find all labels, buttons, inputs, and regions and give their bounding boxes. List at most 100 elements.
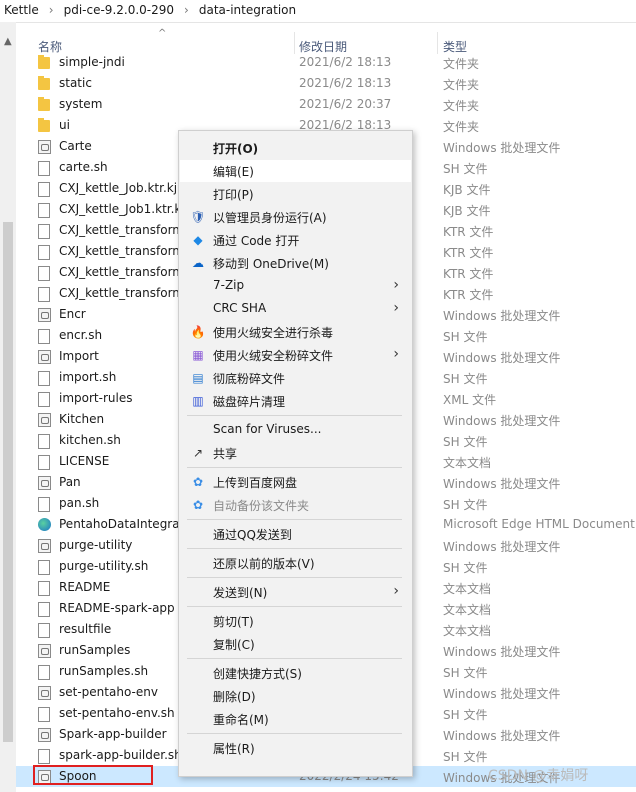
vscode-icon: ◆ — [193, 233, 203, 247]
breadcrumb-item[interactable]: pdi-ce-9.2.0.0-290 — [60, 0, 178, 20]
menu-item-label: 上传到百度网盘 — [213, 476, 298, 490]
share-icon: ↗ — [192, 446, 204, 460]
breadcrumb-item[interactable]: data-integration — [195, 0, 300, 20]
file-icon — [38, 497, 50, 512]
menu-item[interactable]: ◆ 通过 Code 打开 — [180, 229, 411, 251]
file-name: system — [59, 97, 103, 111]
file-name: Carte — [59, 139, 92, 153]
chevron-right-icon: › — [393, 300, 399, 316]
file-row[interactable]: system 2021/6/2 20:37 文件夹 — [16, 94, 636, 115]
menu-item-label: 共享 — [213, 447, 238, 461]
menu-item[interactable]: 重命名(M) — [180, 708, 411, 730]
menu-item[interactable]: 属性(R) — [180, 737, 411, 759]
file-name: CXJ_kettle_transform — [59, 286, 179, 300]
onedrive-icon: ☁ — [192, 256, 204, 270]
menu-item-label: 删除(D) — [213, 690, 256, 704]
menu-item[interactable]: 复制(C) — [180, 633, 411, 655]
breadcrumb: Kettle › pdi-ce-9.2.0.0-290 › data-integrati… — [0, 0, 636, 23]
menu-item[interactable]: 7-Zip › — [180, 275, 411, 297]
batch-file-icon — [38, 539, 51, 553]
menu-item[interactable]: ▤ 彻底粉碎文件 — [180, 367, 411, 389]
menu-item-label: 使用火绒安全进行杀毒 — [213, 326, 334, 340]
menu-item-label: 使用火绒安全粉碎文件 — [213, 349, 334, 363]
menu-item[interactable]: 还原以前的版本(V) — [180, 552, 411, 574]
menu-separator — [187, 733, 402, 734]
file-name: CXJ_kettle_Job.ktr.kjb — [59, 181, 179, 195]
batch-file-icon — [38, 140, 51, 154]
file-type: SH 文件 — [443, 162, 488, 176]
file-name: spark-app-builder.sh — [59, 748, 179, 762]
scroll-up-icon[interactable]: ▲ — [4, 36, 12, 47]
file-type: 文本文档 — [443, 456, 492, 470]
watermark: CSDN @幸娟呀 — [488, 768, 589, 784]
file-name: Pan — [59, 475, 81, 489]
vertical-scrollbar[interactable]: ▲ — [0, 22, 16, 792]
column-divider[interactable] — [437, 32, 438, 54]
huorong-icon: 🔥 — [190, 325, 206, 339]
file-type: SH 文件 — [443, 561, 488, 575]
menu-item[interactable]: ✿ 自动备份该文件夹 — [180, 494, 411, 516]
file-type: SH 文件 — [443, 435, 488, 449]
menu-item[interactable]: 通过QQ发送到 — [180, 523, 411, 545]
file-row[interactable]: simple-jndi 2021/6/2 18:13 文件夹 — [16, 52, 636, 73]
file-type: Windows 批处理文件 — [443, 687, 561, 701]
file-type: Windows 批处理文件 — [443, 540, 561, 554]
file-name: kitchen.sh — [59, 433, 121, 447]
sort-ascending-icon: ^ — [158, 28, 167, 39]
file-icon — [38, 266, 50, 281]
menu-item[interactable]: ▦ 使用火绒安全粉碎文件 › — [180, 344, 411, 366]
baidu-cloud-icon: ✿ — [192, 475, 204, 489]
file-icon — [38, 560, 50, 575]
chevron-right-icon: › — [393, 346, 399, 362]
column-divider[interactable] — [294, 32, 295, 54]
file-type: Windows 批处理文件 — [443, 729, 561, 743]
menu-item-label: 复制(C) — [213, 638, 255, 652]
menu-item[interactable]: ☁ 移动到 OneDrive(M) — [180, 252, 411, 274]
file-name: README-spark-app — [59, 601, 175, 615]
file-name: import-rules — [59, 391, 133, 405]
menu-item-label: 还原以前的版本(V) — [213, 557, 315, 571]
menu-item-label: 打印(P) — [213, 188, 254, 202]
menu-item[interactable]: Scan for Viruses... — [180, 419, 411, 441]
menu-item[interactable]: 打开(O) — [180, 137, 411, 159]
file-type: Windows 批处理文件 — [443, 141, 561, 155]
chevron-right-icon: › — [393, 277, 399, 293]
menu-item[interactable]: 🔥 使用火绒安全进行杀毒 — [180, 321, 411, 343]
file-icon — [38, 665, 50, 680]
file-type: 文件夹 — [443, 99, 480, 113]
file-type: Windows 批处理文件 — [443, 477, 561, 491]
menu-separator — [187, 415, 402, 416]
file-icon — [38, 161, 50, 176]
menu-item[interactable]: 发送到(N) › — [180, 581, 411, 603]
menu-item-label: 打开(O) — [213, 142, 259, 156]
file-type: 文本文档 — [443, 624, 492, 638]
file-type: SH 文件 — [443, 750, 488, 764]
file-type: 文本文档 — [443, 582, 492, 596]
file-icon — [38, 245, 50, 260]
shredder-icon: ▦ — [192, 348, 204, 362]
menu-item-label: CRC SHA — [213, 301, 267, 315]
menu-item[interactable]: CRC SHA › — [180, 298, 411, 320]
menu-item[interactable]: ▥ 磁盘碎片清理 — [180, 390, 411, 412]
menu-item[interactable]: 剪切(T) — [180, 610, 411, 632]
menu-item[interactable]: 编辑(E) — [180, 160, 411, 182]
breadcrumb-item[interactable]: Kettle — [0, 0, 43, 20]
menu-item[interactable]: ↗ 共享 — [180, 442, 411, 464]
edge-icon — [38, 518, 51, 531]
file-type: Windows 批处理文件 — [443, 351, 561, 365]
file-name: CXJ_kettle_transform — [59, 244, 179, 258]
menu-item-label: 编辑(E) — [213, 165, 254, 179]
menu-item[interactable]: 🛡 以管理员身份运行(A) — [180, 206, 411, 228]
menu-item[interactable]: 创建快捷方式(S) — [180, 662, 411, 684]
scrollbar-thumb[interactable] — [3, 222, 13, 742]
menu-separator — [187, 519, 402, 520]
menu-item[interactable]: 打印(P) — [180, 183, 411, 205]
menu-item[interactable]: 删除(D) — [180, 685, 411, 707]
file-row[interactable]: static 2021/6/2 18:13 文件夹 — [16, 73, 636, 94]
file-type: Microsoft Edge HTML Document — [443, 517, 635, 531]
batch-file-icon — [38, 413, 51, 427]
file-name: simple-jndi — [59, 55, 125, 69]
menu-item[interactable]: ✿ 上传到百度网盘 — [180, 471, 411, 493]
chevron-right-icon: › — [393, 583, 399, 599]
file-type: SH 文件 — [443, 498, 488, 512]
